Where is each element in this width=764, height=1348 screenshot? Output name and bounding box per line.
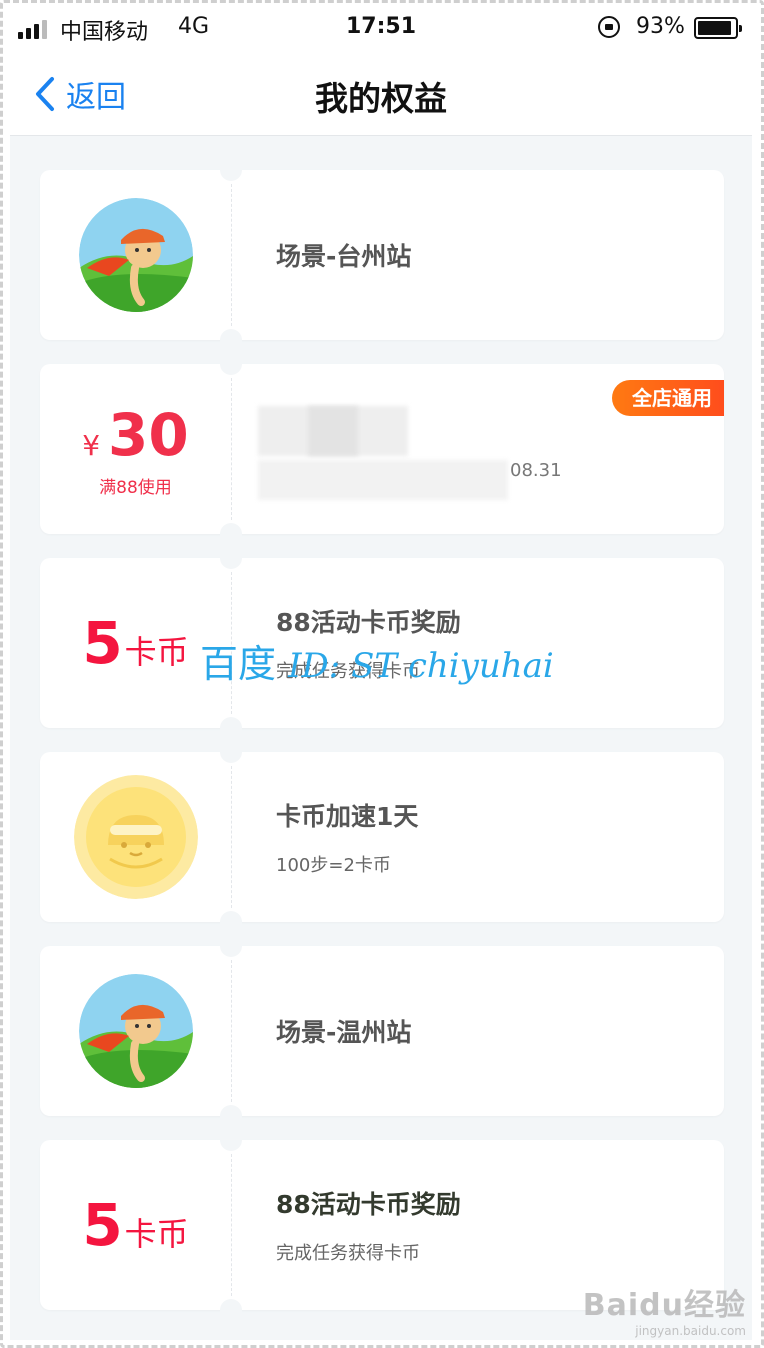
card-left: ¥ 30 满88使用: [40, 364, 231, 534]
coin-unit: 卡币: [124, 633, 189, 671]
scene-avatar-icon: [78, 974, 193, 1088]
battery-fill: [698, 21, 732, 35]
coupon-condition: 满88使用: [99, 477, 172, 498]
status-bar: 中国移动 4G 17:51 93%: [10, 6, 752, 48]
coupon-value: 30: [108, 400, 189, 469]
battery-percent: 93%: [636, 14, 685, 39]
card-right: 场景-台州站: [276, 170, 724, 340]
card-right: 卡币加速1天 100步=2卡币: [276, 752, 724, 922]
ticket-divider: [231, 184, 232, 326]
benefit-title: 场景-台州站: [276, 242, 412, 271]
card-left: [40, 752, 231, 922]
page-title: 我的权益: [315, 79, 447, 118]
watermark-text: 百度 ID: ST chiyuhai: [200, 633, 554, 688]
card-right: 场景-温州站: [276, 946, 724, 1116]
baidu-jingyan-logo: Baidu经验 jingyan.baidu.com: [583, 1280, 746, 1338]
card-left: [40, 946, 231, 1116]
redacted-subtitle: [258, 460, 508, 500]
benefit-subtitle: 100步=2卡币: [276, 855, 391, 876]
benefit-subtitle: 完成任务获得卡币: [276, 1243, 420, 1264]
coin-unit: 卡币: [124, 1215, 189, 1253]
currency-symbol: ¥: [82, 428, 101, 462]
benefit-card-scene-taizhou[interactable]: 场景-台州站: [40, 159, 724, 351]
benefit-card-boost[interactable]: 卡币加速1天 100步=2卡币: [40, 741, 724, 933]
scene-avatar-icon: [78, 198, 193, 312]
baidu-url: jingyan.baidu.com: [635, 1324, 746, 1338]
coin-amount: 5 卡币: [82, 1191, 188, 1259]
benefit-list: 场景-台州站 ¥ 30 满88使用 08.31 全店通用 5 卡币 88活动卡币…: [40, 159, 724, 1334]
coupon-amount: ¥ 30: [82, 401, 189, 469]
watermark-cn: 百度: [200, 642, 277, 686]
benefit-card-coupon[interactable]: ¥ 30 满88使用 08.31 全店通用: [40, 353, 724, 545]
ticket-divider: [231, 378, 232, 520]
benefit-title: 场景-温州站: [276, 1018, 412, 1047]
ticket-divider: [231, 1154, 232, 1296]
benefit-card-scene-wenzhou[interactable]: 场景-温州站: [40, 935, 724, 1127]
watermark-latin: ID: ST chiyuhai: [288, 646, 554, 686]
coin-number: 5: [82, 1191, 123, 1259]
battery-icon: [694, 17, 742, 39]
baidu-logo-text: Baidu经验: [582, 1288, 746, 1323]
store-wide-badge: 全店通用: [612, 380, 724, 416]
ticket-divider: [231, 766, 232, 908]
card-left: [40, 170, 231, 340]
navigation-bar: 返回 我的权益: [10, 48, 752, 136]
coin-number: 5: [82, 609, 123, 677]
benefit-title: 卡币加速1天: [276, 802, 419, 831]
redacted-title-part: [308, 406, 358, 456]
ticket-divider: [231, 960, 232, 1102]
benefit-title: 88活动卡币奖励: [276, 1190, 461, 1219]
coin-amount: 5 卡币: [82, 609, 188, 677]
coin-face-icon: [73, 775, 198, 899]
card-left: 5 卡币: [40, 1140, 231, 1310]
coupon-date-fragment: 08.31: [510, 460, 562, 481]
rotation-lock-icon: [598, 16, 620, 38]
